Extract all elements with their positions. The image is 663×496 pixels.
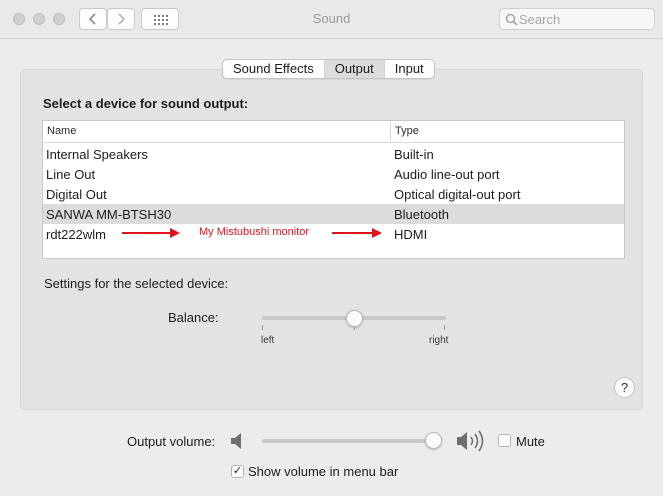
search-field[interactable]: Search — [499, 8, 655, 30]
device-type: Audio line-out port — [394, 167, 500, 182]
tab-output[interactable]: Output — [323, 60, 384, 78]
show-volume-checkbox[interactable]: ✓ — [231, 465, 244, 478]
table-row-selected[interactable]: SANWA MM-BTSH30 Bluetooth — [43, 204, 624, 224]
column-header-type[interactable]: Type — [395, 125, 419, 137]
balance-right-label: right — [429, 335, 449, 346]
mute-label: Mute — [516, 434, 545, 449]
show-volume-label: Show volume in menu bar — [248, 464, 399, 479]
annotation-text: My Mistubushi monitor — [199, 226, 310, 238]
device-name: SANWA MM-BTSH30 — [46, 207, 172, 222]
search-icon — [505, 13, 518, 26]
tick-mark — [444, 325, 445, 330]
device-name: rdt222wlm — [46, 227, 106, 242]
settings-label: Settings for the selected device: — [44, 276, 229, 291]
speaker-high-icon — [457, 430, 484, 452]
device-table: Name Type Internal Speakers Built-in Lin… — [42, 120, 625, 259]
table-header: Name Type — [43, 121, 624, 143]
tick-mark — [262, 325, 263, 330]
device-type: HDMI — [394, 227, 428, 242]
balance-left-label: left — [261, 335, 275, 346]
tab-input[interactable]: Input — [383, 60, 434, 78]
speaker-low-icon — [231, 433, 241, 449]
annotation-arrow-icon — [332, 228, 382, 238]
device-name: Internal Speakers — [46, 147, 148, 162]
volume-slider-track[interactable] — [262, 439, 438, 443]
tab-control: Sound Effects Output Input — [222, 59, 435, 79]
device-type: Optical digital-out port — [394, 187, 521, 202]
tab-sound-effects[interactable]: Sound Effects — [223, 60, 324, 78]
search-placeholder: Search — [519, 12, 561, 27]
title-bar: Sound Search — [0, 0, 663, 39]
help-button[interactable]: ? — [614, 377, 635, 398]
device-name: Digital Out — [46, 187, 107, 202]
table-row[interactable]: Digital Out Optical digital-out port — [43, 184, 624, 204]
balance-slider-knob[interactable] — [346, 310, 363, 327]
device-type: Built-in — [394, 147, 434, 162]
column-header-name[interactable]: Name — [47, 125, 76, 137]
annotation-arrow-icon — [122, 228, 180, 238]
column-divider[interactable] — [390, 123, 391, 141]
volume-slider-knob[interactable] — [425, 432, 443, 449]
table-row[interactable]: Line Out Audio line-out port — [43, 164, 624, 184]
device-type: Bluetooth — [394, 207, 449, 222]
table-row[interactable]: Internal Speakers Built-in — [43, 144, 624, 164]
output-volume-label: Output volume: — [127, 434, 216, 449]
balance-label: Balance: — [168, 310, 219, 325]
mute-checkbox[interactable] — [498, 434, 511, 447]
output-heading: Select a device for sound output: — [43, 96, 249, 111]
device-name: Line Out — [46, 167, 96, 182]
